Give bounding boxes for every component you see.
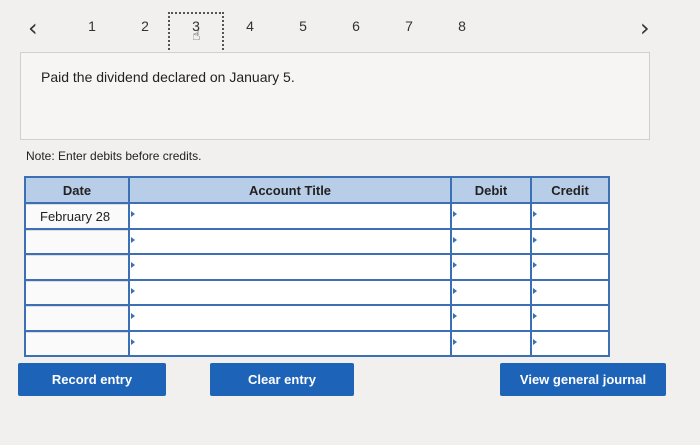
page-4-link[interactable]: 4 [240,18,260,34]
chevron-right-icon[interactable]: › [640,14,650,42]
question-text: Paid the dividend declared on January 5. [41,69,295,85]
account-title-input[interactable] [128,331,450,355]
note-text: Note: Enter debits before credits. [26,149,202,163]
page-5-link[interactable]: 5 [293,18,313,34]
date-cell [26,306,128,330]
debit-input[interactable] [450,255,530,279]
date-cell [26,229,128,253]
debit-header: Debit [450,178,530,202]
chevron-left-icon[interactable]: ‹ [28,14,38,42]
debit-input[interactable] [450,280,530,304]
credit-input[interactable] [530,229,608,253]
date-cell [26,280,128,304]
credit-header: Credit [530,178,608,202]
date-cell: February 28 [26,204,128,228]
account-title-input[interactable] [128,204,450,228]
account-title-input[interactable] [128,255,450,279]
credit-input[interactable] [530,306,608,330]
table-row: February 28 [26,202,608,228]
table-row [26,329,608,355]
page-8-link[interactable]: 8 [452,18,472,34]
account-title-input[interactable] [128,280,450,304]
table-header-row: Date Account Title Debit Credit [26,178,608,202]
table-row [26,227,608,253]
page-navigation: ‹ 1 2 3 ☝ 4 5 6 7 8 › [0,0,700,58]
record-entry-button[interactable]: Record entry [18,363,166,396]
hand-pointer-icon: ☝ [192,28,201,44]
debit-input[interactable] [450,229,530,253]
table-row [26,253,608,279]
page-1-link[interactable]: 1 [82,18,102,34]
debit-input[interactable] [450,204,530,228]
credit-input[interactable] [530,331,608,355]
credit-input[interactable] [530,255,608,279]
journal-entry-table: Date Account Title Debit Credit February… [24,176,610,357]
clear-entry-button[interactable]: Clear entry [210,363,354,396]
debit-input[interactable] [450,306,530,330]
table-row [26,278,608,304]
question-box: Paid the dividend declared on January 5. [20,52,650,140]
account-title-header: Account Title [128,178,450,202]
view-general-journal-button[interactable]: View general journal [500,363,666,396]
date-header: Date [62,182,92,198]
account-title-input[interactable] [128,306,450,330]
credit-input[interactable] [530,204,608,228]
debit-input[interactable] [450,331,530,355]
date-cell [26,331,128,355]
table-row [26,304,608,330]
page-2-link[interactable]: 2 [135,18,155,34]
date-cell [26,255,128,279]
account-title-input[interactable] [128,229,450,253]
credit-input[interactable] [530,280,608,304]
page-6-link[interactable]: 6 [346,18,366,34]
page-7-link[interactable]: 7 [399,18,419,34]
